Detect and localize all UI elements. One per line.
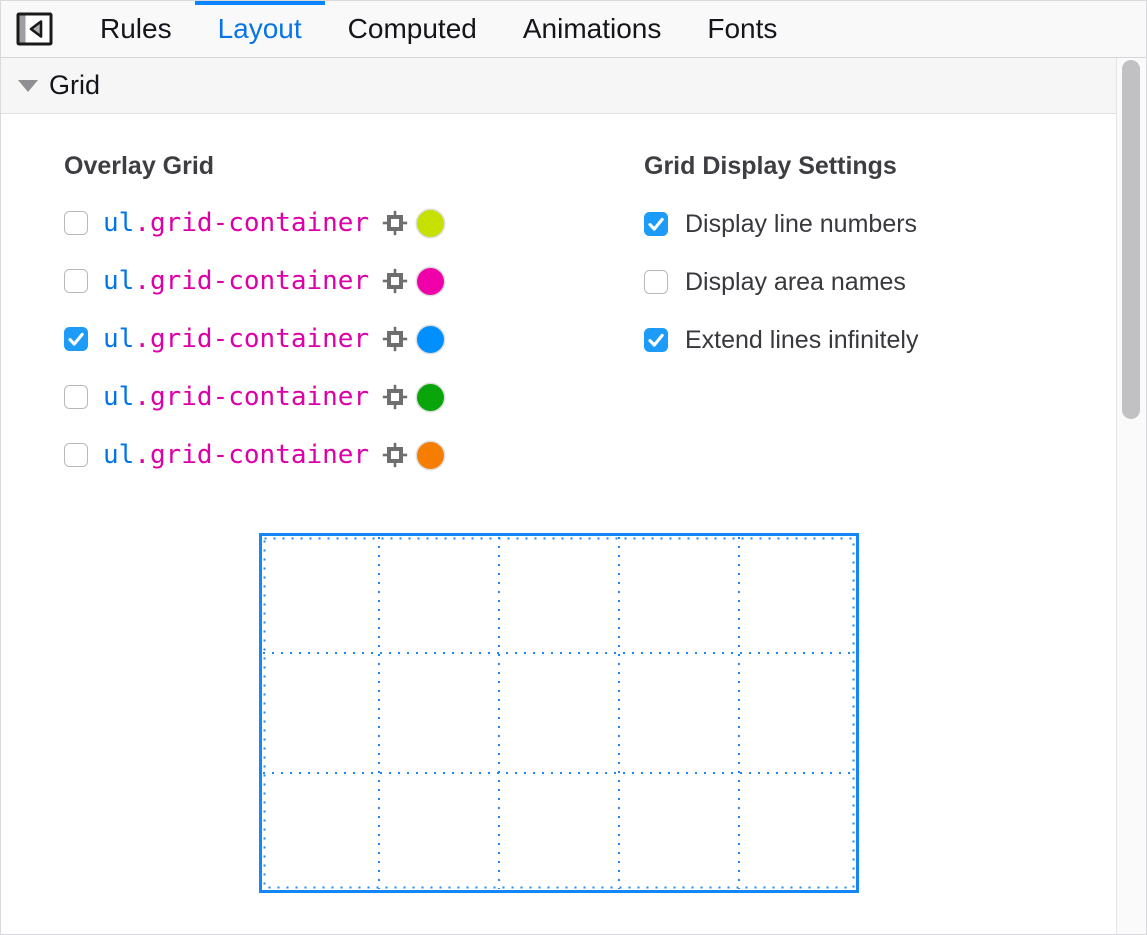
overlay-grid-checkbox[interactable] [64, 211, 88, 235]
grid-selector-link[interactable]: ul.grid-container [103, 208, 369, 238]
settings-option-row: Extend lines infinitely [644, 325, 918, 355]
setting-checkbox[interactable] [644, 212, 668, 236]
selector-class: .grid-container [134, 208, 369, 238]
setting-label[interactable]: Display area names [685, 268, 906, 297]
grid-selector-link[interactable]: ul.grid-container [103, 440, 369, 470]
tab-computed[interactable]: Computed [325, 1, 500, 57]
grid-overlay-row: ul.grid-container [64, 208, 444, 238]
grid-highlighter-icon[interactable] [382, 384, 408, 410]
tab-label: Fonts [707, 13, 777, 45]
settings-option-row: Display line numbers [644, 209, 918, 239]
selector-class: .grid-container [134, 324, 369, 354]
sidebar-toggle-button[interactable] [9, 1, 59, 57]
grid-color-swatch[interactable] [417, 268, 444, 295]
setting-checkbox[interactable] [644, 328, 668, 352]
tab-layout[interactable]: Layout [195, 1, 325, 57]
grid-overlay-row: ul.grid-container [64, 440, 444, 470]
grid-outline-svg [259, 533, 859, 893]
grid-selector-link[interactable]: ul.grid-container [103, 266, 369, 296]
checkmark-icon [644, 212, 668, 236]
overlay-grid-checkbox[interactable] [64, 327, 88, 351]
disclosure-triangle-icon [18, 80, 38, 92]
overlay-grid-list: ul.grid-containerul.grid-containerul.gri… [64, 208, 444, 498]
grid-highlighter-icon-glyph [382, 268, 408, 294]
checkmark-icon [644, 328, 668, 352]
grid-highlighter-icon-glyph [382, 326, 408, 352]
selector-tag: ul [103, 324, 134, 354]
grid-color-swatch[interactable] [417, 326, 444, 353]
tab-fonts[interactable]: Fonts [684, 1, 800, 57]
grid-highlighter-icon-glyph [382, 210, 408, 236]
grid-display-settings-list: Display line numbers Display area names Ex… [644, 209, 918, 383]
tab-rules[interactable]: Rules [77, 1, 195, 57]
grid-selector-link[interactable]: ul.grid-container [103, 382, 369, 412]
devtools-layout-panel: Rules Layout Computed Animations Fonts Grid … [0, 0, 1147, 935]
tab-label: Animations [523, 13, 662, 45]
setting-label[interactable]: Display line numbers [685, 210, 917, 239]
grid-color-swatch[interactable] [417, 442, 444, 469]
selector-class: .grid-container [134, 382, 369, 412]
checkmark-icon [64, 327, 88, 351]
grid-color-swatch[interactable] [417, 210, 444, 237]
selector-tag: ul [103, 382, 134, 412]
grid-display-settings-heading: Grid Display Settings [644, 152, 897, 181]
grid-highlighter-icon-glyph [382, 384, 408, 410]
selector-tag: ul [103, 266, 134, 296]
grid-selector-link[interactable]: ul.grid-container [103, 324, 369, 354]
tab-label: Layout [218, 13, 302, 45]
scrollbar-thumb[interactable] [1122, 60, 1140, 419]
grid-highlighter-icon[interactable] [382, 210, 408, 236]
tab-label: Computed [348, 13, 477, 45]
selector-tag: ul [103, 208, 134, 238]
tab-animations[interactable]: Animations [500, 1, 685, 57]
tab-label: Rules [100, 13, 172, 45]
selector-class: .grid-container [134, 440, 369, 470]
panel-tabs: Rules Layout Computed Animations Fonts [77, 1, 800, 57]
selector-tag: ul [103, 440, 134, 470]
accordion-title: Grid [49, 70, 100, 101]
settings-option-row: Display area names [644, 267, 918, 297]
overlay-grid-heading: Overlay Grid [64, 152, 214, 181]
grid-overlay-row: ul.grid-container [64, 324, 444, 354]
setting-checkbox[interactable] [644, 270, 668, 294]
devtools-tabbar: Rules Layout Computed Animations Fonts [1, 1, 1146, 58]
grid-highlighter-icon-glyph [382, 442, 408, 468]
grid-highlighter-icon[interactable] [382, 442, 408, 468]
selector-class: .grid-container [134, 266, 369, 296]
grid-overlay-row: ul.grid-container [64, 266, 444, 296]
sidebar-toggle-icon [16, 12, 53, 46]
overlay-grid-checkbox[interactable] [64, 443, 88, 467]
setting-label[interactable]: Extend lines infinitely [685, 326, 918, 355]
grid-overlay-row: ul.grid-container [64, 382, 444, 412]
grid-highlighter-icon[interactable] [382, 326, 408, 352]
grid-highlighter-icon[interactable] [382, 268, 408, 294]
grid-outline-preview[interactable] [259, 533, 859, 893]
scrollbar-track[interactable] [1116, 58, 1146, 934]
grid-color-swatch[interactable] [417, 384, 444, 411]
overlay-grid-checkbox[interactable] [64, 269, 88, 293]
overlay-grid-checkbox[interactable] [64, 385, 88, 409]
grid-accordion-header[interactable]: Grid [1, 58, 1116, 114]
